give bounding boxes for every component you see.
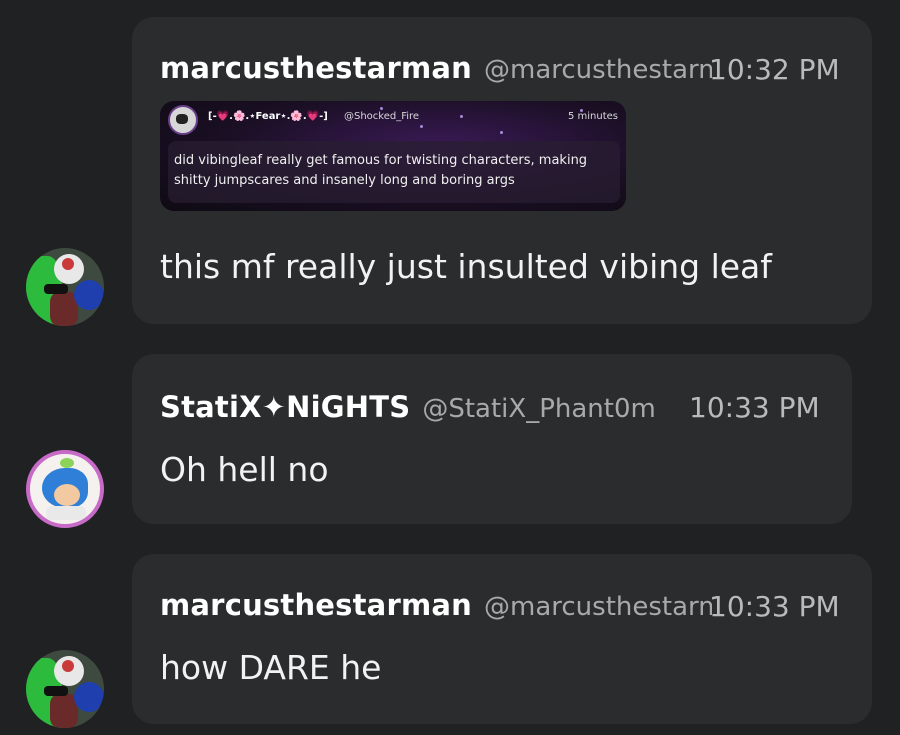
message-bubble[interactable]: marcusthestarman @marcusthestarman 10:32…: [132, 17, 872, 324]
message-timestamp: 10:32 PM: [709, 53, 840, 86]
author-name[interactable]: StatiX✦NiGHTS: [160, 390, 410, 424]
author-handle: @marcusthestarman: [484, 592, 712, 622]
message-text: this mf really just insulted vibing leaf: [160, 247, 772, 286]
message-header: StatiX✦NiGHTS @StatiX_Phant0m: [160, 390, 656, 424]
message-header: marcusthestarman @marcusthestarman: [160, 588, 712, 622]
message-bubble[interactable]: marcusthestarman @marcusthestarman 10:33…: [132, 554, 872, 724]
message-text: how DARE he: [160, 648, 382, 687]
marcus-avatar[interactable]: [26, 248, 104, 326]
embed-timestamp: 5 minutes: [567, 111, 618, 122]
author-name[interactable]: marcusthestarman: [160, 51, 472, 85]
statix-avatar[interactable]: [26, 450, 104, 528]
embed-text: did vibingleaf really get famous for twi…: [174, 153, 588, 188]
author-name[interactable]: marcusthestarman: [160, 588, 472, 622]
message-bubble[interactable]: StatiX✦NiGHTS @StatiX_Phant0m 10:33 PM O…: [132, 354, 852, 524]
embed-avatar: [168, 105, 198, 135]
marcus-avatar[interactable]: [26, 650, 104, 728]
message-header: marcusthestarman @marcusthestarman: [160, 51, 712, 85]
embed-text-box: did vibingleaf really get famous for twi…: [168, 141, 620, 203]
embed-author-handle: @Shocked_Fire: [344, 111, 420, 122]
message-timestamp: 10:33 PM: [689, 391, 820, 424]
embed-author-name: [-💗.🌸.⋆Fear⋆.🌸.💗-]: [208, 111, 328, 122]
author-handle: @marcusthestarman: [484, 55, 712, 85]
message-timestamp: 10:33 PM: [709, 590, 840, 623]
author-handle: @StatiX_Phant0m: [422, 394, 656, 424]
message-text: Oh hell no: [160, 450, 329, 489]
quoted-message-embed[interactable]: [-💗.🌸.⋆Fear⋆.🌸.💗-] @Shocked_Fire 5 minut…: [160, 101, 626, 211]
